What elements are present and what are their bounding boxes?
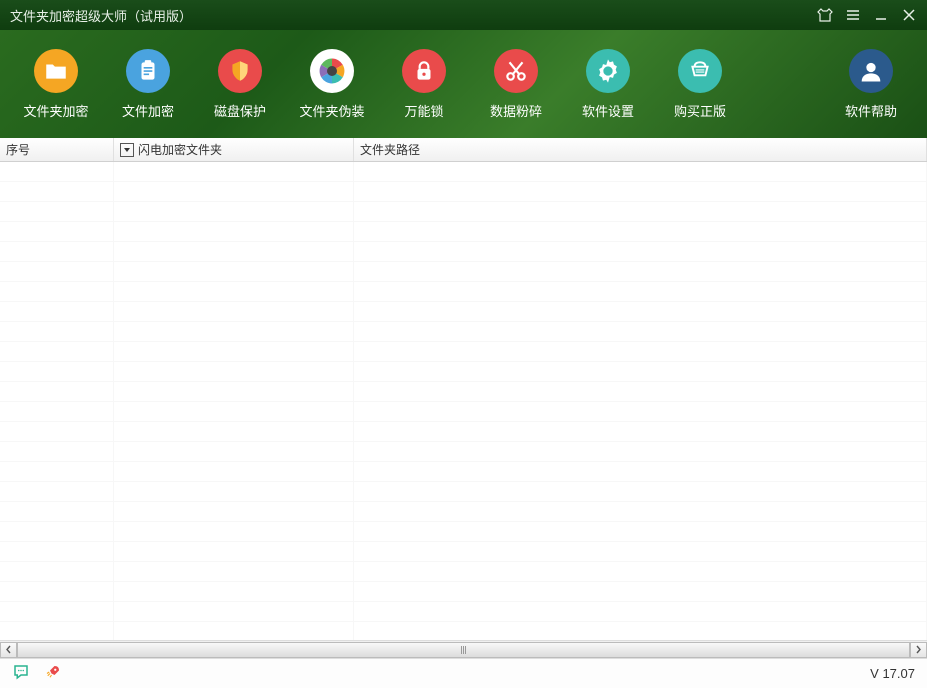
toolbar-disk-protect[interactable]: 磁盘保护	[194, 49, 286, 120]
table-row[interactable]	[0, 162, 927, 182]
toolbar-label: 购买正版	[674, 101, 726, 120]
chevron-down-icon[interactable]	[120, 143, 134, 157]
column-index[interactable]: 序号	[0, 138, 114, 161]
toolbar-label: 软件帮助	[845, 101, 897, 120]
table-row[interactable]	[0, 542, 927, 562]
column-label: 闪电加密文件夹	[138, 141, 222, 158]
toolbar-label: 磁盘保护	[214, 101, 266, 120]
table-row[interactable]	[0, 282, 927, 302]
lock-icon	[402, 49, 446, 93]
toolbar-label: 万能锁	[404, 101, 443, 120]
toolbar-buy[interactable]: 购买正版	[654, 49, 746, 120]
skin-icon[interactable]	[817, 7, 833, 23]
titlebar-controls	[817, 7, 917, 23]
close-button[interactable]	[901, 7, 917, 23]
shield-icon	[218, 49, 262, 93]
scroll-thumb[interactable]	[17, 642, 910, 658]
table-row[interactable]	[0, 302, 927, 322]
scroll-track[interactable]	[17, 642, 910, 658]
version-label: V 17.07	[870, 666, 915, 681]
chat-icon[interactable]	[12, 663, 30, 684]
scroll-left-button[interactable]	[0, 642, 17, 658]
toolbar-label: 数据粉碎	[490, 101, 542, 120]
table-row[interactable]	[0, 482, 927, 502]
toolbar-help[interactable]: 软件帮助	[825, 49, 917, 120]
toolbar-data-shred[interactable]: 数据粉碎	[470, 49, 562, 120]
table-row[interactable]	[0, 262, 927, 282]
table-row[interactable]	[0, 582, 927, 602]
table-row[interactable]	[0, 602, 927, 622]
column-label: 序号	[6, 141, 30, 158]
scissors-icon	[494, 49, 538, 93]
table-row[interactable]	[0, 182, 927, 202]
gear-icon	[586, 49, 630, 93]
clipboard-icon	[126, 49, 170, 93]
statusbar: V 17.07	[0, 658, 927, 688]
column-path[interactable]: 文件夹路径	[354, 138, 927, 161]
table-row[interactable]	[0, 362, 927, 382]
toolbar-universal-lock[interactable]: 万能锁	[378, 49, 470, 120]
column-label: 文件夹路径	[360, 141, 420, 158]
table-row[interactable]	[0, 442, 927, 462]
titlebar: 文件夹加密超级大师（试用版）	[0, 0, 927, 30]
toolbar-label: 文件夹加密	[23, 101, 88, 120]
table-header: 序号 闪电加密文件夹 文件夹路径	[0, 138, 927, 162]
table-row[interactable]	[0, 382, 927, 402]
aperture-icon	[310, 49, 354, 93]
table-row[interactable]	[0, 202, 927, 222]
toolbar-folder-disguise[interactable]: 文件夹伪装	[286, 49, 378, 120]
toolbar-label: 文件加密	[122, 101, 174, 120]
user-icon	[849, 49, 893, 93]
horizontal-scrollbar[interactable]	[0, 640, 927, 658]
cart-icon	[678, 49, 722, 93]
table-row[interactable]	[0, 622, 927, 640]
minimize-button[interactable]	[873, 7, 889, 23]
toolbar-label: 文件夹伪装	[299, 101, 364, 120]
folder-icon	[34, 49, 78, 93]
menu-icon[interactable]	[845, 7, 861, 23]
table-row[interactable]	[0, 422, 927, 442]
table-body[interactable]	[0, 162, 927, 640]
table-row[interactable]	[0, 562, 927, 582]
table-row[interactable]	[0, 502, 927, 522]
table-row[interactable]	[0, 222, 927, 242]
table-row[interactable]	[0, 322, 927, 342]
toolbar-folder-encrypt[interactable]: 文件夹加密	[10, 49, 102, 120]
table-row[interactable]	[0, 522, 927, 542]
table-row[interactable]	[0, 342, 927, 362]
table-row[interactable]	[0, 242, 927, 262]
toolbar-label: 软件设置	[582, 101, 634, 120]
window-title: 文件夹加密超级大师（试用版）	[10, 6, 817, 25]
column-folder[interactable]: 闪电加密文件夹	[114, 138, 354, 161]
table-row[interactable]	[0, 462, 927, 482]
toolbar-file-encrypt[interactable]: 文件加密	[102, 49, 194, 120]
toolbar-settings[interactable]: 软件设置	[562, 49, 654, 120]
table-row[interactable]	[0, 402, 927, 422]
toolbar: 文件夹加密 文件加密 磁盘保护 文件夹伪装 万能锁 数据粉碎 软件设置	[0, 30, 927, 138]
scroll-right-button[interactable]	[910, 642, 927, 658]
rocket-icon[interactable]	[44, 663, 62, 684]
